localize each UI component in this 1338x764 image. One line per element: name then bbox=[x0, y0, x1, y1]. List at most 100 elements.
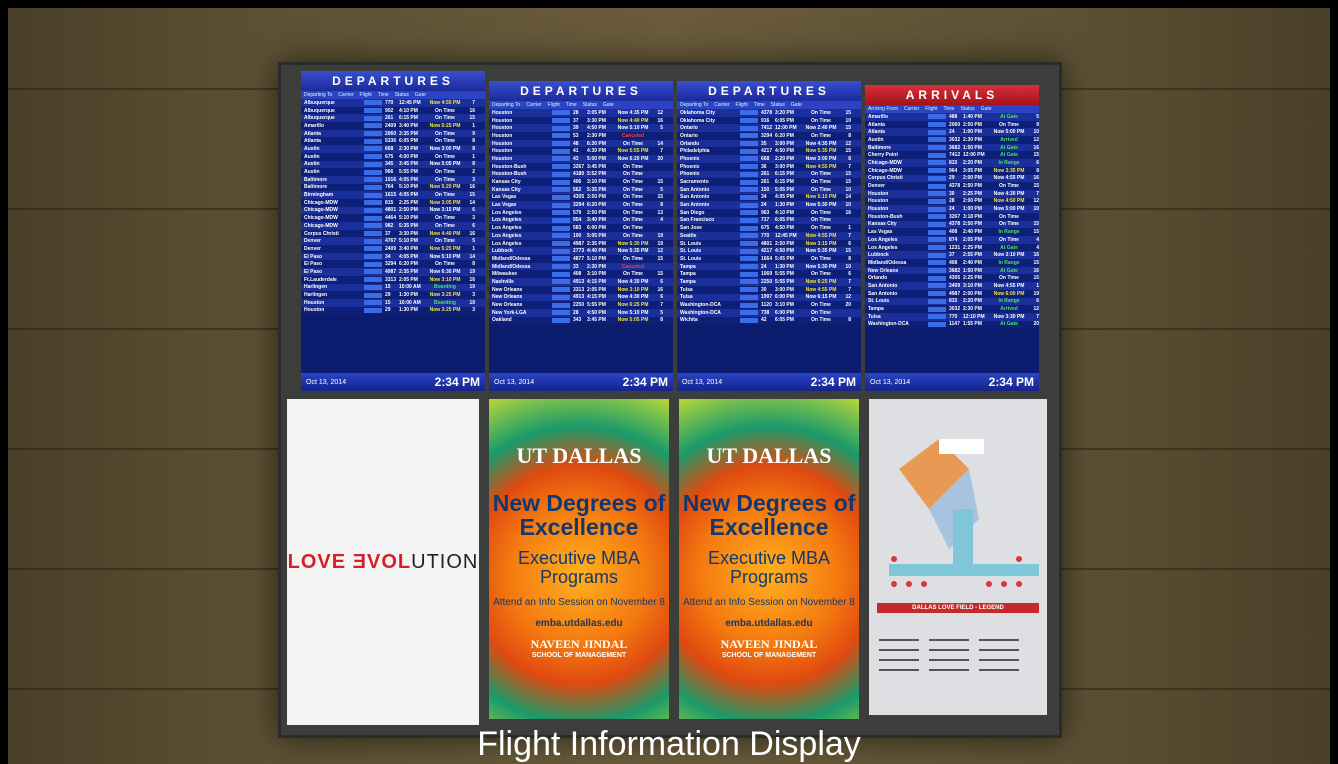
flight-number: 668 bbox=[761, 155, 770, 162]
flight-city: Kansas City bbox=[492, 186, 521, 193]
flight-number: 3294 bbox=[761, 132, 773, 139]
flight-time: 5:10 PM bbox=[399, 215, 418, 222]
flight-gate: 14 bbox=[657, 140, 663, 147]
flight-number: 963 bbox=[761, 209, 770, 216]
flight-time: 3:05 PM bbox=[587, 109, 606, 116]
flight-city: Lubbock bbox=[492, 248, 513, 255]
carrier-logo-icon bbox=[928, 268, 946, 274]
flight-row: Las Vegas 4305 3:50 PM On Time 15 bbox=[489, 193, 673, 202]
flight-row: Atlanta 24 1:00 PM Now 5:00 PM 10 bbox=[865, 128, 1039, 137]
flight-row: Tulsa 770 12:10 PM Now 3:30 PM 7 bbox=[865, 312, 1039, 321]
flight-time: 2:50 PM bbox=[399, 207, 418, 214]
flight-time: 6:05 PM bbox=[775, 117, 794, 124]
carrier-logo-icon bbox=[740, 148, 758, 154]
flight-city: Houston bbox=[492, 125, 513, 132]
flight-number: 4987 bbox=[949, 290, 961, 297]
flight-gate: 16 bbox=[1033, 267, 1039, 274]
flight-number: 770 bbox=[949, 313, 958, 320]
flight-row: Ontario 7412 12:00 PM Now 2:40 PM 15 bbox=[677, 124, 861, 133]
flight-time: 10:00 AM bbox=[399, 299, 421, 306]
carrier-logo-icon bbox=[364, 161, 382, 167]
carrier-logo-icon bbox=[552, 133, 570, 139]
flight-status: Canceled bbox=[621, 263, 645, 270]
carrier-logo-icon bbox=[928, 321, 946, 327]
carrier-logo-icon bbox=[364, 108, 382, 114]
flight-city: Tampa bbox=[680, 278, 696, 285]
carrier-logo-icon bbox=[928, 298, 946, 304]
flight-time: 1:40 PM bbox=[963, 113, 982, 120]
flight-row: Baltimore 1016 4:05 PM On Time 3 bbox=[301, 175, 485, 184]
carrier-logo-icon bbox=[928, 314, 946, 320]
utd-ad-1: UT DALLAS New Degrees of Excellence Exec… bbox=[489, 399, 669, 719]
flight-gate: 15 bbox=[1033, 152, 1039, 159]
flight-gate: 4 bbox=[1036, 244, 1039, 251]
flight-number: 35 bbox=[761, 140, 767, 147]
flight-gate: 7 bbox=[1036, 190, 1039, 197]
flight-city: Austin bbox=[304, 161, 320, 168]
flight-row: Chicago-MDW 815 2:25 PM Now 3:05 PM 14 bbox=[301, 198, 485, 207]
flight-number: 39 bbox=[573, 125, 579, 132]
flight-row: El Paso 4987 2:35 PM Now 6:30 PM 19 bbox=[301, 268, 485, 276]
flight-status: On Time bbox=[435, 130, 455, 137]
flight-gate: 8 bbox=[1036, 167, 1039, 174]
flight-time: 5:05 PM bbox=[587, 232, 606, 239]
board-footer: Oct 13, 2014 2:34 PM bbox=[301, 373, 485, 391]
flight-time: 2:35 PM bbox=[587, 240, 606, 247]
flight-time: 12:00 PM bbox=[963, 152, 985, 159]
flight-gate: 16 bbox=[469, 184, 475, 191]
flight-row: Houston-Bush 4180 5:52 PM On Time bbox=[489, 170, 673, 179]
flight-row: San Antonio 24 1:30 PM Now 5:30 PM 10 bbox=[677, 201, 861, 209]
carrier-logo-icon bbox=[928, 291, 946, 297]
flight-number: 874 bbox=[949, 236, 958, 243]
flight-number: 2250 bbox=[761, 278, 773, 285]
flight-gate: 1 bbox=[1036, 282, 1039, 289]
flight-city: Midland/Odessa bbox=[492, 255, 531, 262]
flight-city: Wichita bbox=[680, 317, 698, 324]
flight-gate: 7 bbox=[660, 302, 663, 309]
flight-row: San Jose 675 4:50 PM On Time 1 bbox=[677, 224, 861, 232]
carrier-logo-icon bbox=[928, 137, 946, 143]
flight-row: El Paso 3294 6:20 PM On Time 8 bbox=[301, 260, 485, 269]
flight-row: Seattle 770 12:45 PM Now 4:55 PM 7 bbox=[677, 232, 861, 240]
flight-status: Now 5:35 PM bbox=[617, 248, 649, 255]
utd-school-sub: SCHOOL OF MANAGEMENT bbox=[531, 652, 627, 659]
flight-number: 408 bbox=[949, 229, 958, 236]
flight-time: 5:10 PM bbox=[399, 238, 418, 245]
flight-status: On Time bbox=[811, 179, 831, 186]
flight-status: On Time bbox=[999, 121, 1019, 128]
flight-row: Midland/Odessa 4877 5:10 PM On Time 15 bbox=[489, 255, 673, 263]
carrier-logo-icon bbox=[740, 164, 758, 170]
flight-row: Los Angeles 954 3:40 PM On Time 4 bbox=[489, 216, 673, 225]
flight-city: Chicago-MDW bbox=[868, 167, 902, 174]
flight-status: Now 6:25 PM bbox=[805, 278, 837, 285]
flight-time: 6:15 PM bbox=[775, 179, 794, 186]
flight-status: Now 3:25 PM bbox=[429, 307, 461, 314]
flight-number: 100 bbox=[573, 232, 582, 239]
flight-row: Midland/Odessa 33 2:30 PM Canceled bbox=[489, 262, 673, 271]
flight-status: Boarding bbox=[434, 299, 456, 306]
arrivals-title: ARRIVALS bbox=[865, 85, 1039, 105]
flight-city: New York-LGA bbox=[492, 309, 527, 316]
flight-time: 2:30 PM bbox=[963, 136, 982, 143]
carrier-logo-icon bbox=[364, 169, 382, 175]
flight-status: On Time bbox=[811, 132, 831, 139]
utd-program: Executive MBA Programs bbox=[517, 548, 641, 587]
flight-gate: 16 bbox=[845, 209, 851, 216]
carrier-logo-icon bbox=[928, 122, 946, 128]
flight-number: 37 bbox=[385, 230, 391, 237]
flight-gate: 12 bbox=[1033, 136, 1039, 143]
flight-gate: 8 bbox=[472, 161, 475, 168]
flight-row: Ft.Lauderdale 3313 2:05 PM Now 3:10 PM 16 bbox=[301, 275, 485, 284]
flight-status: Now 3:10 PM bbox=[617, 286, 649, 293]
carrier-logo-icon bbox=[740, 217, 758, 223]
flight-gate: 15 bbox=[845, 148, 851, 155]
flight-status: Now 3:30 PM bbox=[993, 313, 1025, 320]
flight-row: New York-LGA 28 4:50 PM Now 5:10 PM 5 bbox=[489, 308, 673, 317]
flight-time: 3:10 PM bbox=[587, 271, 606, 278]
column-header: Flight bbox=[925, 106, 938, 112]
flight-city: Oklahoma City bbox=[680, 109, 716, 116]
flight-gate: 15 bbox=[1033, 229, 1039, 236]
flight-gate: 19 bbox=[469, 268, 475, 275]
flight-gate: 13 bbox=[657, 209, 663, 216]
flight-time: 3:00 PM bbox=[775, 140, 794, 147]
